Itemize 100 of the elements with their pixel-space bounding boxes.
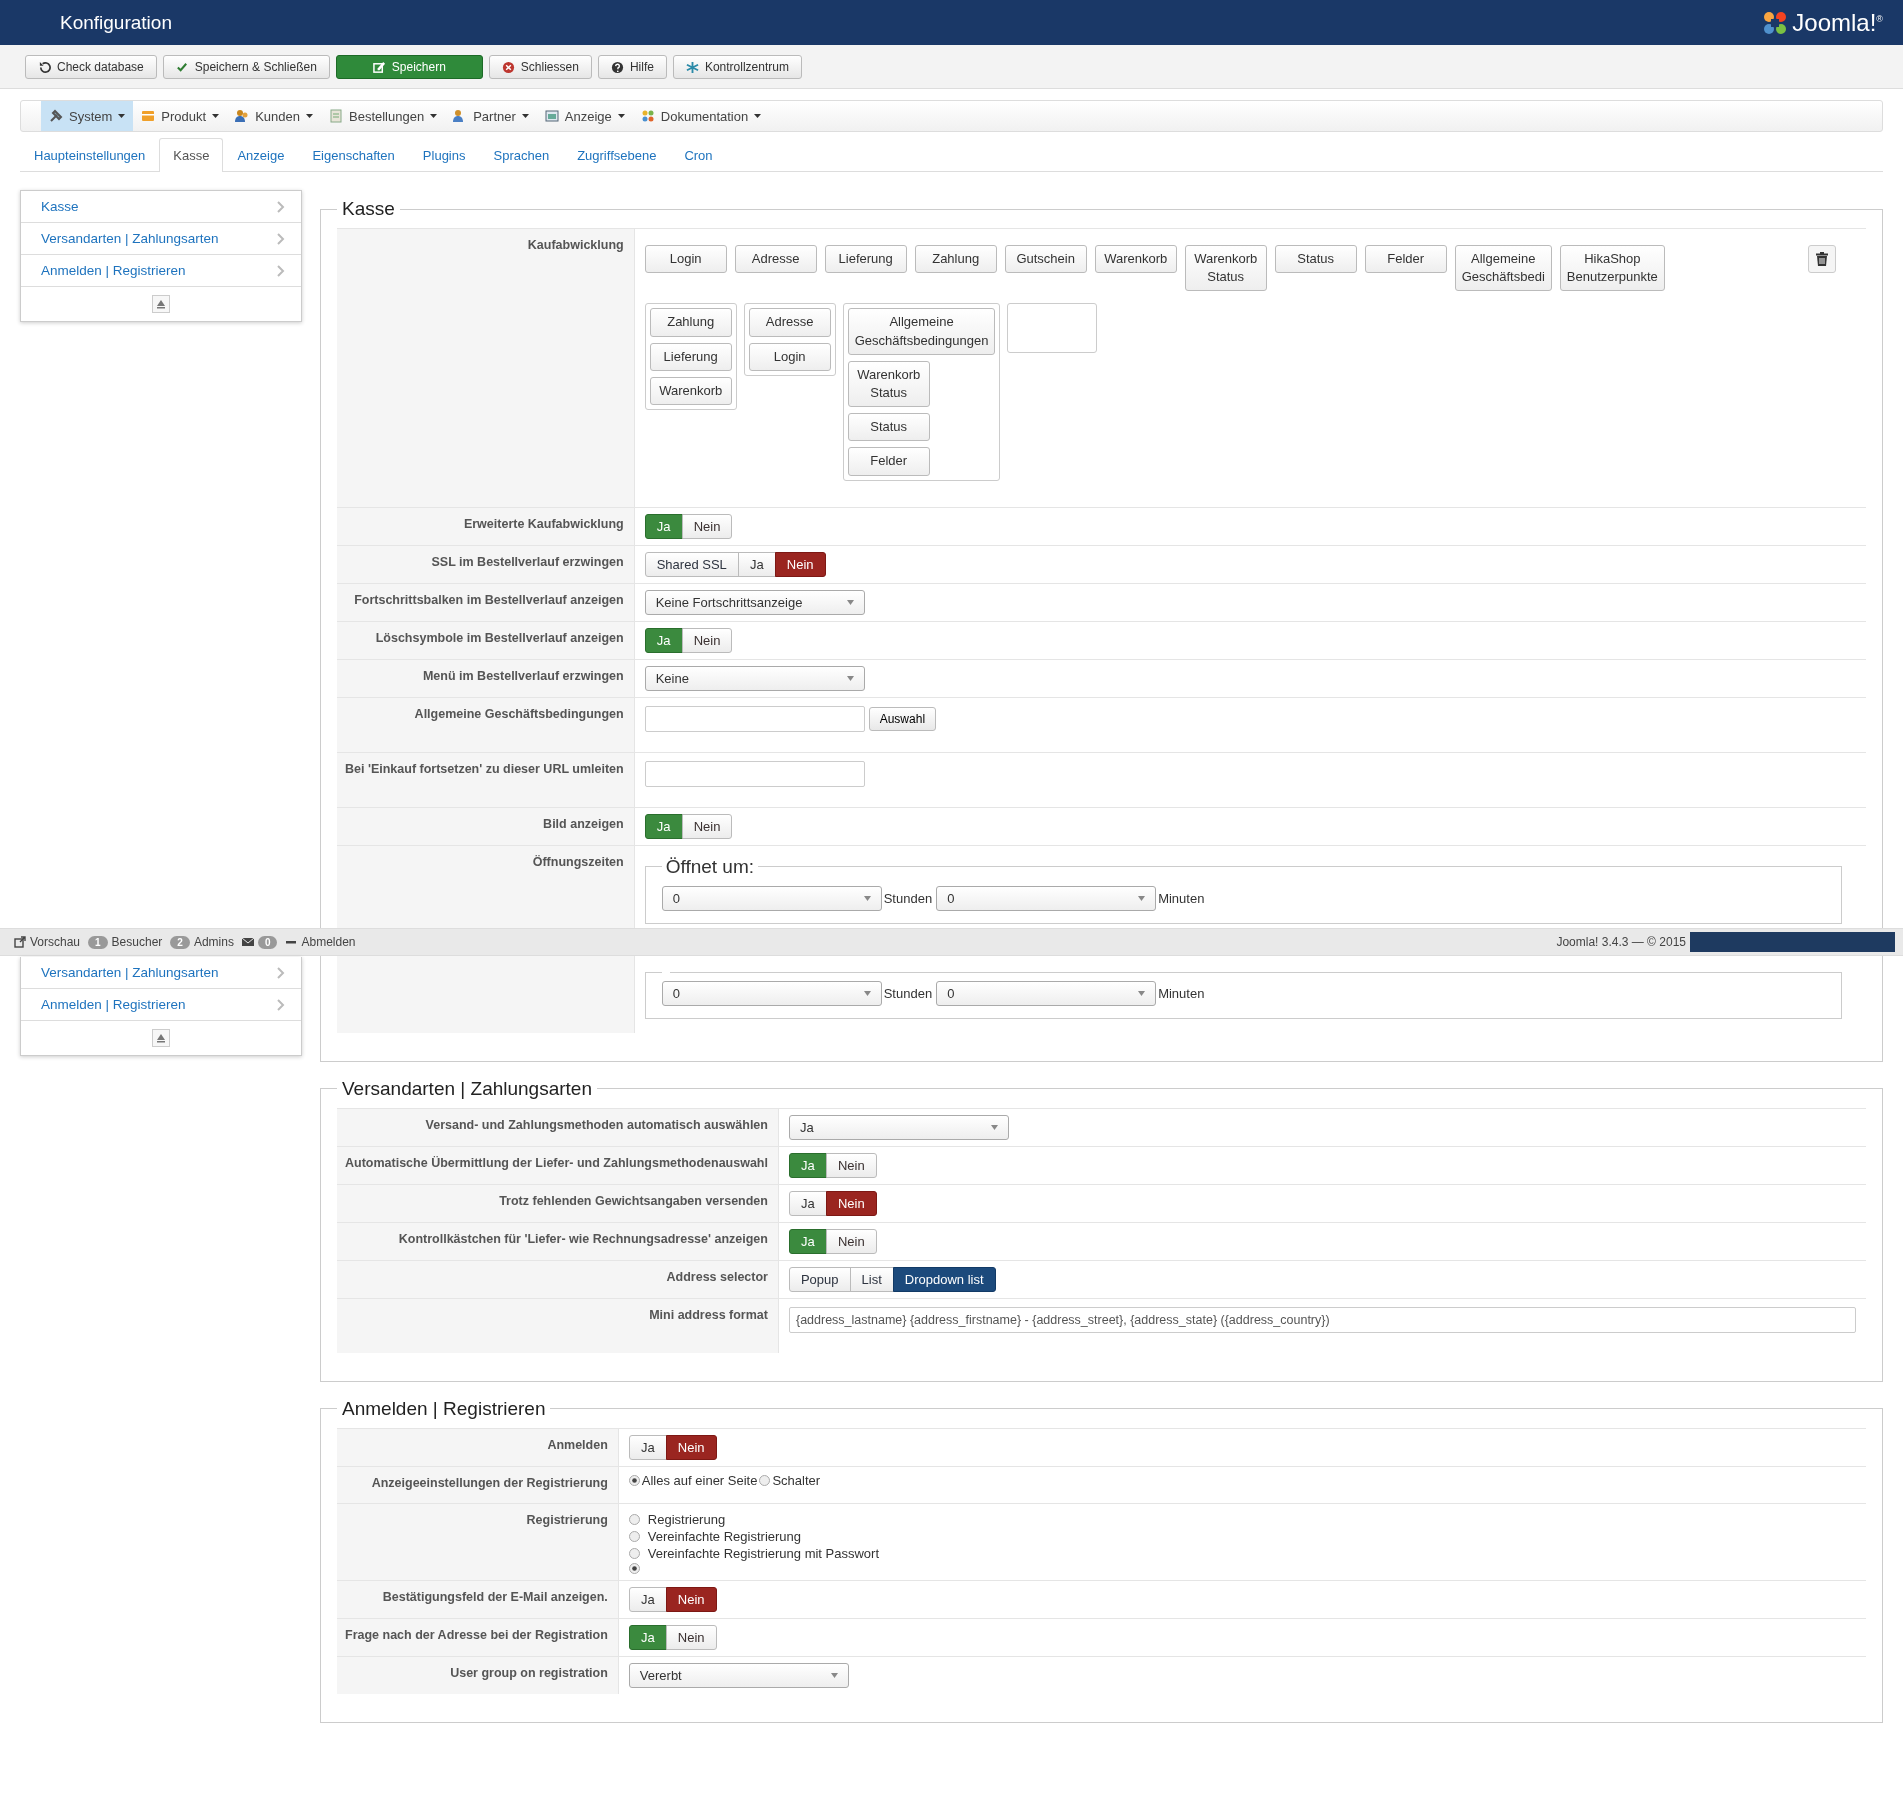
toolbar-button[interactable]: Kontrollzentrum [672,55,802,79]
step-button[interactable]: Status [847,413,930,442]
caret-icon [1138,990,1146,996]
text-field[interactable] [644,705,865,732]
collapse-button[interactable] [152,295,170,313]
toggle-option[interactable]: Nein [774,551,826,577]
menu-item[interactable]: Bestellungen [321,101,446,131]
toolbar-button[interactable]: Check database [25,55,157,79]
step-button[interactable]: Allgemeine Geschäftsbedi [1454,245,1552,292]
step-button[interactable]: Warenkorb Status [847,360,930,408]
toggle-option[interactable]: List [849,1266,894,1292]
step-button[interactable]: Status [1274,245,1357,274]
radio-button[interactable] [759,1474,771,1486]
toggle-option[interactable]: Nein [681,627,733,653]
toggle-option[interactable]: Shared SSL [644,551,739,577]
toggle-option[interactable]: Ja [788,1190,827,1216]
menu-item[interactable]: Anzeige [536,101,633,131]
step-button[interactable]: Adresse [748,308,831,337]
toggle-option[interactable]: Ja [628,1624,667,1650]
tab[interactable]: Sprachen [479,138,564,172]
radio-button[interactable] [628,1530,640,1542]
toggle-option[interactable]: Ja [737,551,776,577]
collapse-button[interactable] [152,1029,170,1047]
menu-item[interactable]: Kunden [227,101,321,131]
version-text: Joomla! 3.4.3 — © 2015 [1556,935,1686,949]
toggle-option[interactable]: Ja [788,1152,827,1178]
text-field[interactable]: {address_lastname} {address_firstname} - {address_street}, {address_state} ({address_country}) [788,1306,1856,1333]
sidebar-link[interactable]: Anmelden | Registrieren [41,997,186,1012]
menu-item[interactable]: Produkt [133,101,228,131]
dropdown[interactable]: 0 [661,885,882,911]
menu-item[interactable]: System [41,101,134,131]
toggle-option[interactable]: Dropdown list [892,1266,996,1292]
chevron-icon [277,232,285,245]
radio-button[interactable] [628,1547,640,1559]
dropdown[interactable]: Ja [788,1114,1009,1140]
dropdown[interactable]: Keine [644,665,865,691]
step-button[interactable]: Felder [1364,245,1447,274]
radio-button[interactable] [628,1513,640,1525]
toggle-option[interactable]: Ja [628,1586,667,1612]
step-button[interactable]: Login [748,342,831,371]
sidebar-link[interactable]: Versandarten | Zahlungsarten [41,231,219,246]
toggle-option[interactable]: Nein [825,1228,877,1254]
radio-button[interactable] [628,1474,640,1486]
menu-item[interactable]: Partner [445,101,537,131]
dropdown[interactable]: 0 [936,885,1157,911]
toggle-option[interactable]: Ja [788,1228,827,1254]
step-button[interactable]: Gutschein [1004,245,1087,274]
tab[interactable]: Cron [670,138,727,172]
toggle-option[interactable]: Ja [644,627,683,653]
step-button[interactable]: Felder [847,447,930,476]
step-button[interactable]: Warenkorb [1094,245,1177,274]
menu-item[interactable]: Dokumentation [632,101,770,131]
preview-link[interactable]: Vorschau [30,935,81,949]
toggle-option[interactable]: Nein [825,1152,877,1178]
tab[interactable]: Haupteinstellungen [20,138,160,172]
edit-icon [372,60,386,74]
toolbar-button[interactable]: Speichern & Schließen [162,55,330,79]
toggle-option[interactable]: Ja [644,513,683,539]
dropdown[interactable]: 0 [661,980,882,1006]
toggle-option[interactable]: Nein [681,813,733,839]
radio-button[interactable] [628,1562,640,1574]
drop-area[interactable] [1007,303,1098,354]
text-field[interactable] [644,760,865,787]
toggle-option[interactable]: Nein [665,1586,717,1612]
tab[interactable]: Kasse [159,138,224,172]
step-button[interactable]: Login [644,245,727,274]
select-button[interactable]: Auswahl [868,706,937,731]
trash-icon[interactable] [1808,245,1836,273]
tab[interactable]: Zugriffsebene [563,138,671,172]
toolbar-button[interactable]: Schliessen [488,55,592,79]
step-button[interactable]: Warenkorb [649,376,732,405]
step-button[interactable]: Zahlung [914,245,997,274]
step-button[interactable]: Lieferung [824,245,907,274]
window-icon [544,109,559,123]
toggle-option[interactable]: Popup [788,1266,851,1292]
caret-icon [212,114,220,118]
dropdown[interactable]: 0 [936,980,1157,1006]
tab[interactable]: Anzeige [223,138,299,172]
dropdown[interactable]: Vererbt [628,1662,849,1688]
sidebar-link[interactable]: Versandarten | Zahlungsarten [41,965,219,980]
step-button[interactable]: Adresse [734,245,817,274]
toggle-option[interactable]: Ja [644,813,683,839]
step-button[interactable]: Allgemeine Geschäftsbedingungen [847,308,996,355]
toggle-option[interactable]: Nein [665,1434,717,1460]
tab[interactable]: Eigenschaften [298,138,409,172]
step-button[interactable]: Zahlung [649,308,732,337]
toolbar-button[interactable]: Hilfe [597,55,667,79]
toggle-option[interactable]: Nein [681,513,733,539]
toolbar-button[interactable]: Speichern [335,55,483,79]
sidebar-link[interactable]: Kasse [41,199,79,214]
dropdown[interactable]: Keine Fortschrittsanzeige [644,589,865,615]
tab[interactable]: Plugins [408,138,480,172]
toggle-option[interactable]: Ja [628,1434,667,1460]
toggle-option[interactable]: Nein [825,1190,877,1216]
step-button[interactable]: Lieferung [649,342,732,371]
step-button[interactable]: Warenkorb Status [1184,245,1267,292]
step-button[interactable]: HikaShop Benutzerpunkte [1559,245,1665,292]
sidebar-link[interactable]: Anmelden | Registrieren [41,263,186,278]
setting-label: SSL im Bestellverlauf erzwingen [337,544,634,583]
toggle-option[interactable]: Nein [665,1624,717,1650]
